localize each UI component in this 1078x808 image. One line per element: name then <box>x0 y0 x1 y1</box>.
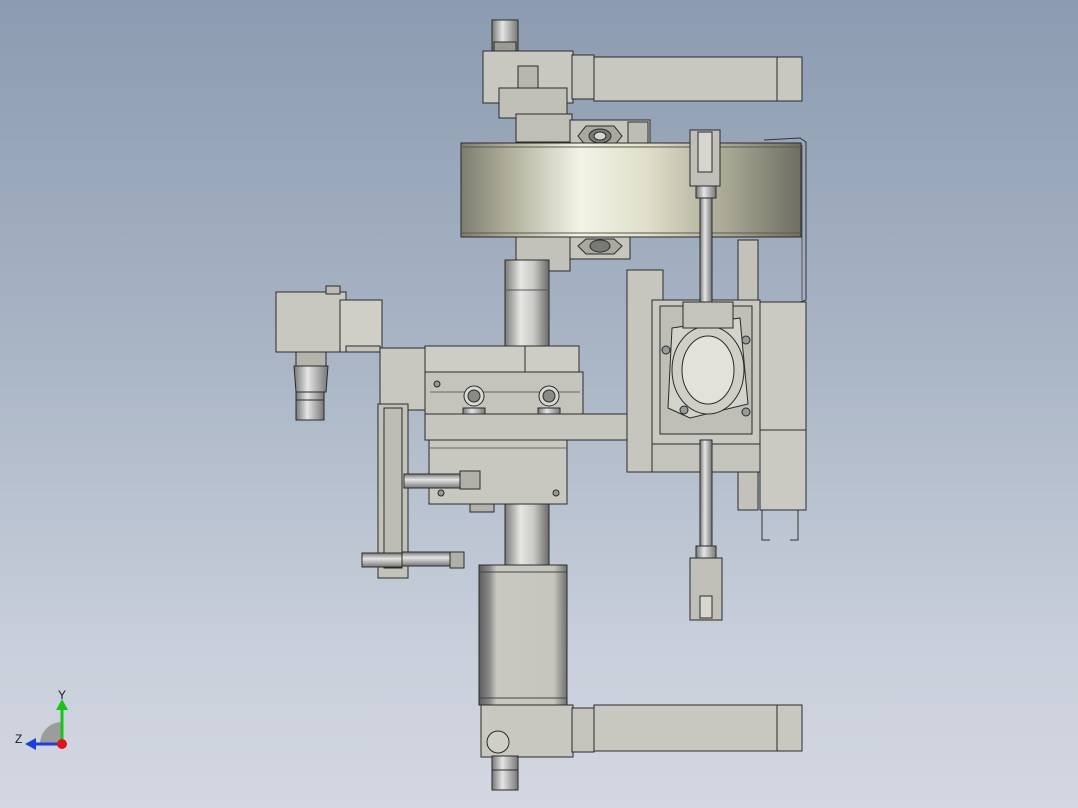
stepper-motor[interactable] <box>478 564 568 706</box>
assembly[interactable] <box>275 19 807 791</box>
triad-y-label: Y <box>58 688 67 702</box>
triad-z-label: Z <box>15 732 23 746</box>
mechanical-assembly-drawing[interactable] <box>0 0 1078 808</box>
triad-x-origin-icon <box>57 739 67 749</box>
bottom-arm[interactable] <box>480 704 803 791</box>
view-triad[interactable] <box>25 699 68 750</box>
triad-z-arrow-icon <box>25 738 36 750</box>
right-sensor-unit[interactable] <box>626 239 807 541</box>
solenoid-valve[interactable] <box>275 285 383 421</box>
cad-viewport[interactable]: Y Z <box>0 0 1078 808</box>
